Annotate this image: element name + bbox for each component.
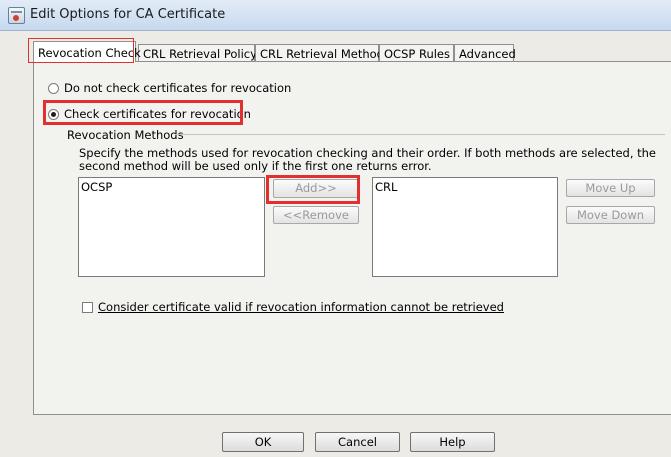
window-title: Edit Options for CA Certificate [30,7,226,22]
available-methods-list[interactable]: OCSP [78,177,265,277]
tab-ocsp-rules[interactable]: OCSP Rules [379,44,454,61]
consider-valid-row[interactable]: Consider certificate valid if revocation… [82,300,504,314]
tab-highlight-box [28,38,134,63]
tab-advanced[interactable]: Advanced [454,44,516,61]
revocation-methods-label: Revocation Methods [67,128,184,142]
group-divider [175,134,665,135]
selected-methods-list[interactable]: CRL [372,177,558,277]
help-button[interactable]: Help [410,432,495,452]
methods-description: Specify the methods used for revocation … [79,146,657,173]
ok-button[interactable]: OK [222,432,304,452]
title-bar: Edit Options for CA Certificate [0,0,671,31]
consider-valid-label: Consider certificate valid if revocation… [98,300,504,314]
cancel-button[interactable]: Cancel [315,432,400,452]
add-button-highlight-box [266,175,360,204]
radio-no-check[interactable] [48,82,59,94]
move-up-button[interactable]: Move Up [566,179,655,197]
tab-crl-retrieval-method[interactable]: CRL Retrieval Method [255,44,384,61]
certificate-app-icon [8,7,25,24]
consider-valid-checkbox[interactable] [82,301,93,313]
radio-no-check-label: Do not check certificates for revocation [64,81,292,95]
list-item[interactable]: OCSP [81,180,262,194]
remove-button[interactable]: <<Remove [273,206,359,224]
radio-no-check-row[interactable]: Do not check certificates for revocation [48,81,291,95]
list-item[interactable]: CRL [375,180,555,194]
move-down-button[interactable]: Move Down [566,206,655,224]
radio-highlight-box [43,100,243,125]
tab-crl-retrieval-policy[interactable]: CRL Retrieval Policy [138,44,257,61]
